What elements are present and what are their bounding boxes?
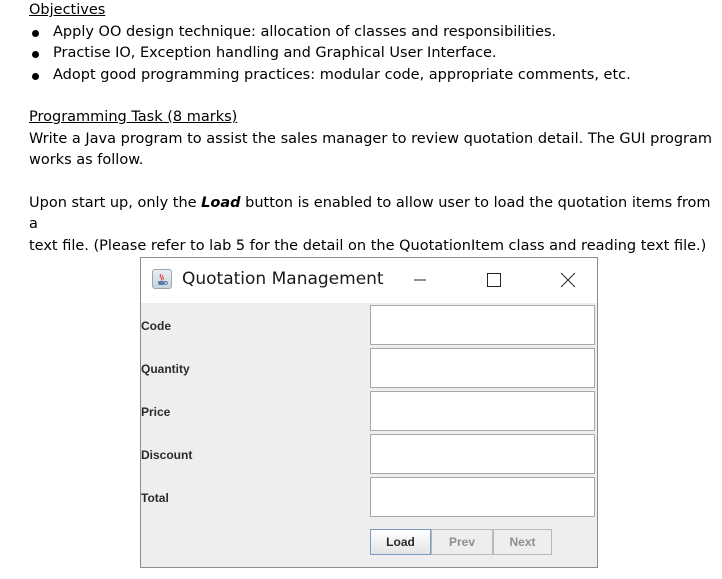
discount-input[interactable]: [371, 435, 594, 473]
total-field[interactable]: [370, 477, 595, 517]
window-title: Quotation Management: [182, 269, 384, 289]
minimize-icon[interactable]: [405, 266, 435, 294]
window-content: Code Quantity Price Discount Total Load …: [141, 303, 597, 567]
code-field[interactable]: [370, 305, 595, 345]
close-icon[interactable]: [553, 266, 583, 294]
objective-item: Adopt good programming practices: modula…: [29, 65, 719, 87]
task-heading: Programming Task (8 marks): [29, 109, 238, 125]
next-button[interactable]: Next: [493, 529, 552, 555]
task-paragraph-2: Upon start up, only the Load button is e…: [29, 193, 719, 258]
task-para2-bold: Load: [201, 194, 241, 211]
objective-item: Apply OO design technique: allocation of…: [29, 22, 719, 44]
quantity-field[interactable]: [370, 348, 595, 388]
discount-label: Discount: [141, 448, 193, 462]
java-cup-icon: [152, 269, 172, 289]
price-input[interactable]: [371, 392, 594, 430]
discount-field[interactable]: [370, 434, 595, 474]
price-label: Price: [141, 405, 171, 419]
maximize-icon[interactable]: [479, 266, 509, 294]
quotation-window: Quotation Management Code Quantity Price…: [140, 257, 598, 568]
task-para1-line1: Write a Java program to assist the sales…: [29, 130, 713, 147]
document: Objectives Apply OO design technique: al…: [29, 0, 719, 257]
load-button[interactable]: Load: [370, 529, 431, 555]
objectives-list: Apply OO design technique: allocation of…: [29, 22, 719, 87]
task-para2-line2: text file. (Please refer to lab 5 for th…: [29, 237, 707, 254]
total-label: Total: [141, 491, 169, 505]
objectives-heading: Objectives: [29, 2, 106, 18]
prev-button[interactable]: Prev: [431, 529, 493, 555]
task-paragraph-1: Write a Java program to assist the sales…: [29, 129, 719, 172]
price-field[interactable]: [370, 391, 595, 431]
code-input[interactable]: [371, 306, 594, 344]
code-label: Code: [141, 319, 171, 333]
quantity-input[interactable]: [371, 349, 594, 387]
window-titlebar[interactable]: Quotation Management: [141, 258, 597, 303]
total-input[interactable]: [371, 478, 594, 516]
objective-item: Practise IO, Exception handling and Grap…: [29, 43, 719, 65]
task-para2-pre: Upon start up, only the: [29, 194, 202, 211]
task-para1-line2: works as follow.: [29, 152, 144, 168]
quantity-label: Quantity: [141, 362, 190, 376]
